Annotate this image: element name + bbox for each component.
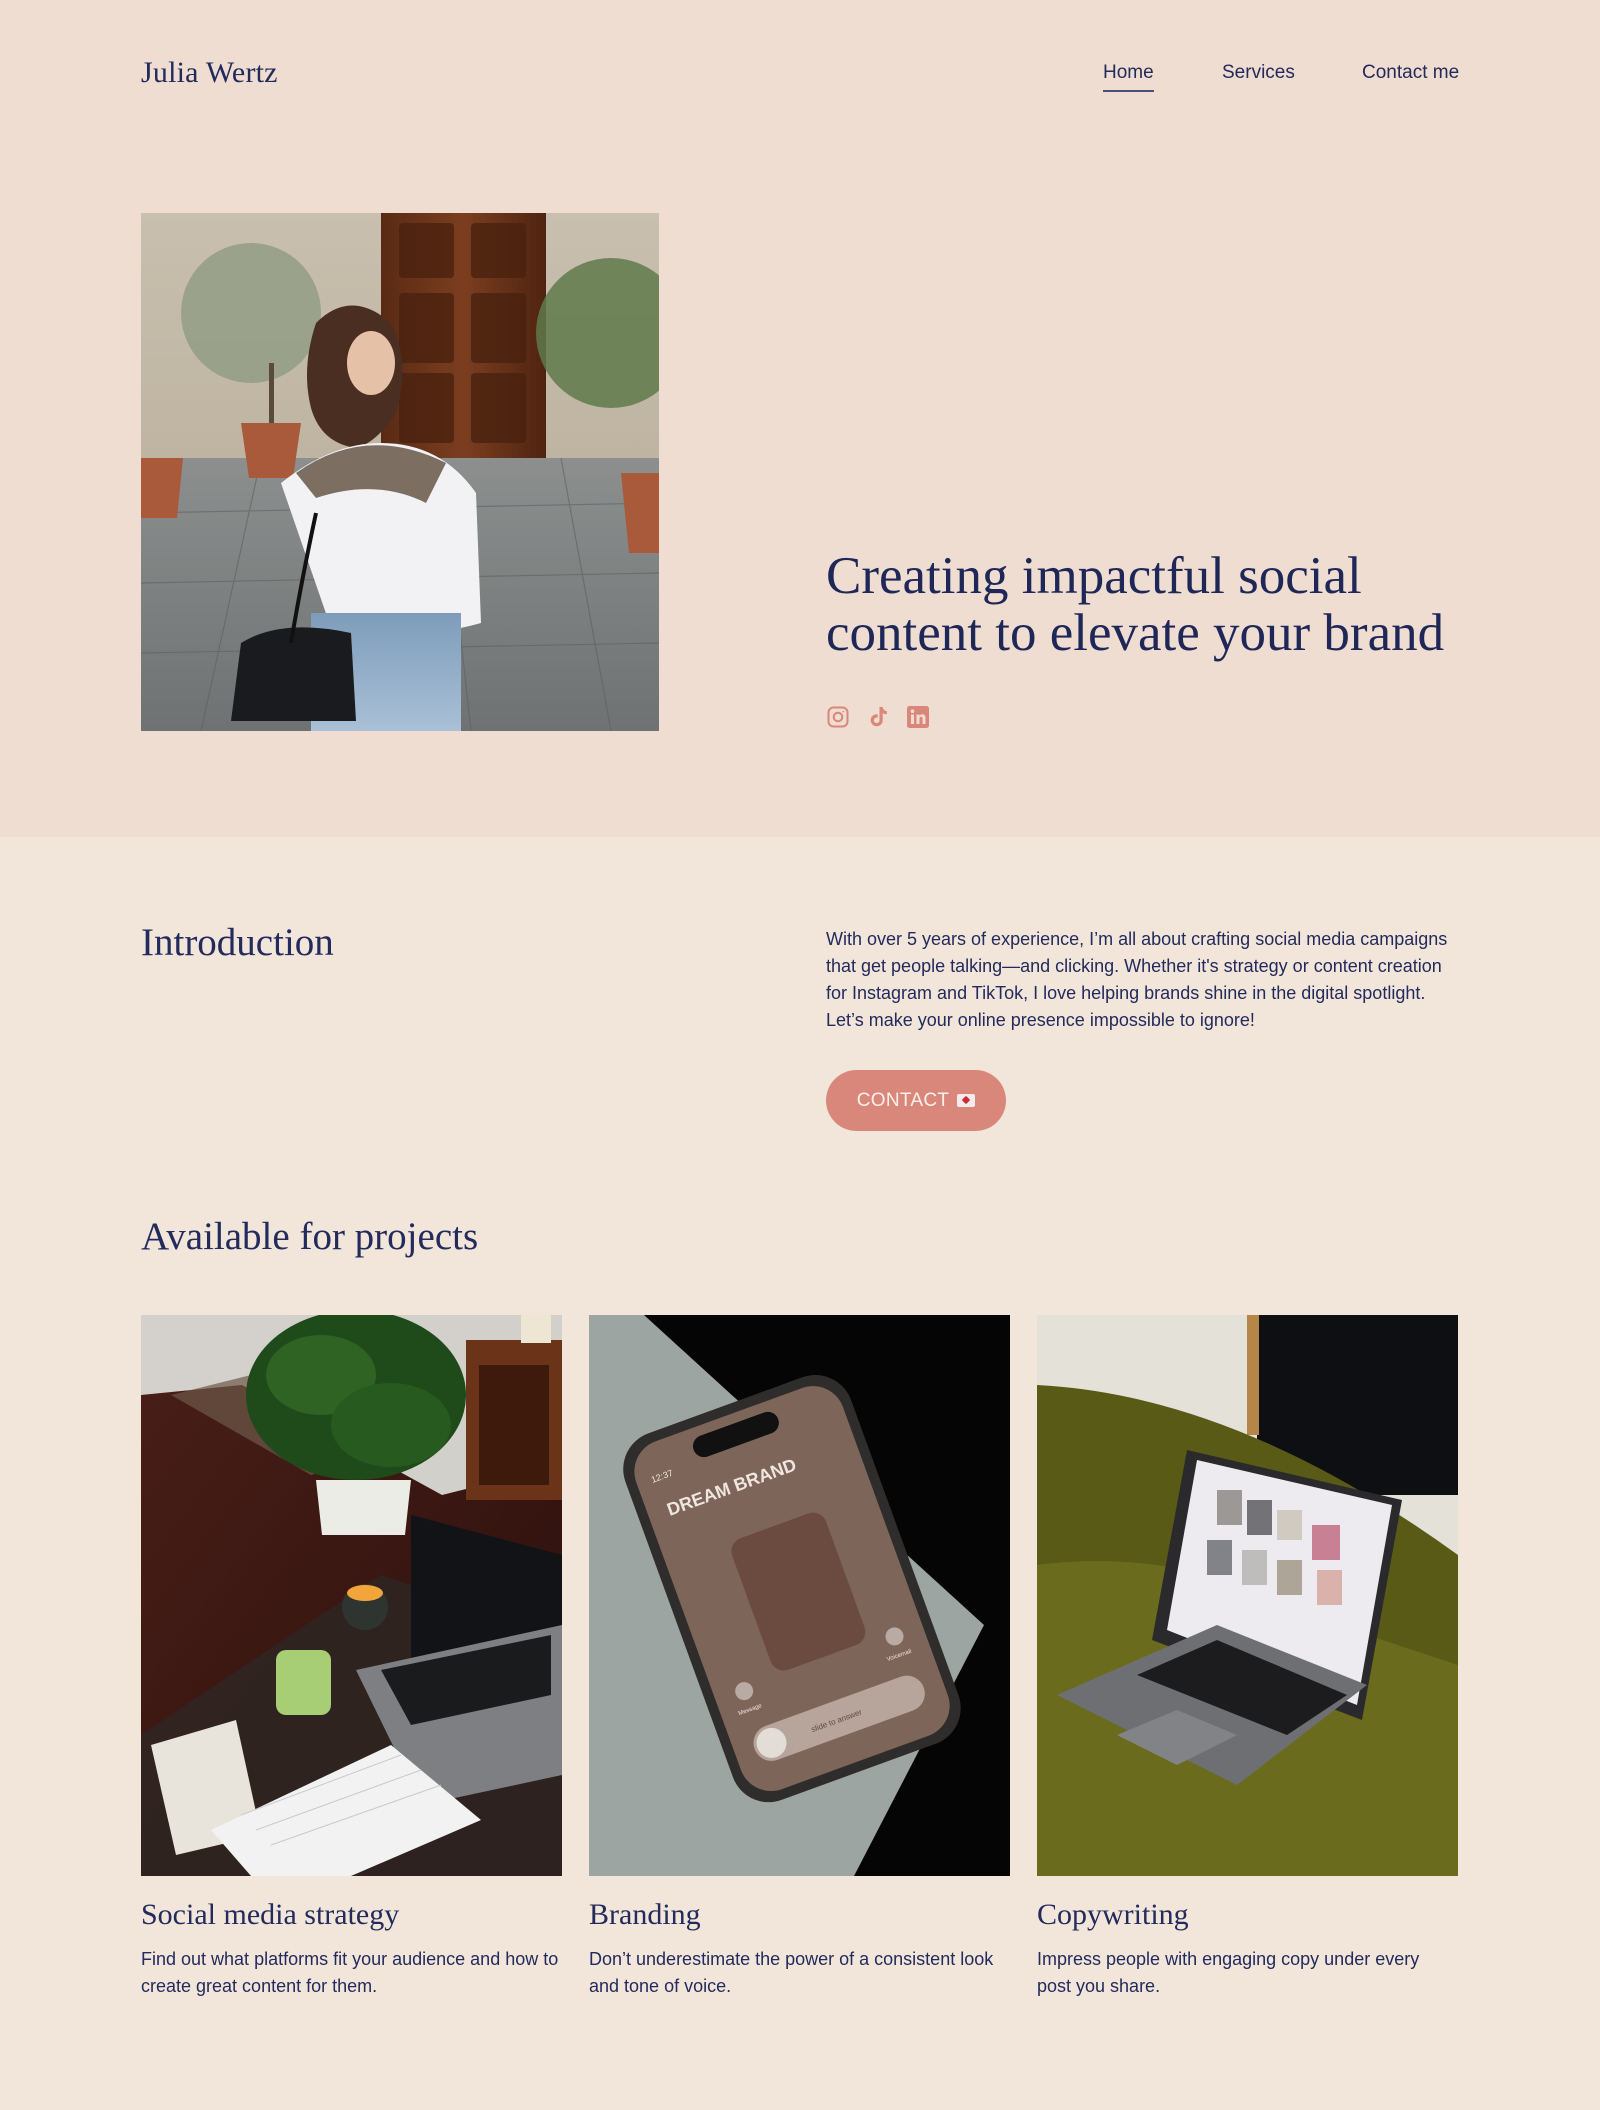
nav-home[interactable]: Home xyxy=(1103,62,1154,92)
service-description: Find out what platforms fit your audienc… xyxy=(141,1949,559,1996)
service-image-laptop xyxy=(1037,1315,1458,1876)
hero-section: Julia Wertz Home Services Contact me Cre… xyxy=(0,0,1600,837)
nav-contact-me[interactable]: Contact me xyxy=(1362,62,1459,90)
love-letter-icon xyxy=(957,1094,976,1107)
hero-photo xyxy=(141,213,659,731)
service-title: Social media strategy xyxy=(141,1898,400,1931)
service-image-phone: 12:37 DREAM BRAND Message Voicemail slid… xyxy=(589,1315,1010,1876)
intro-heading: Introduction xyxy=(141,921,334,964)
instagram-icon[interactable] xyxy=(826,705,850,729)
main-nav: Home Services Contact me xyxy=(0,62,1600,102)
linkedin-icon[interactable] xyxy=(906,705,930,729)
social-links xyxy=(826,705,930,729)
service-title: Branding xyxy=(589,1898,701,1931)
hero-headline: Creating impactful social content to ele… xyxy=(826,547,1445,662)
projects-heading: Available for projects xyxy=(141,1215,479,1258)
service-description: Impress people with engaging copy under … xyxy=(1037,1949,1420,1996)
service-title: Copywriting xyxy=(1037,1898,1189,1931)
service-image-desk xyxy=(141,1315,562,1876)
service-card: Copywriting Impress people with engaging… xyxy=(1037,1315,1458,2000)
service-card: 12:37 DREAM BRAND Message Voicemail slid… xyxy=(589,1315,1010,2000)
contact-button[interactable]: CONTACT xyxy=(826,1070,1006,1131)
service-description: Don’t underestimate the power of a consi… xyxy=(589,1949,994,1996)
intro-paragraph: With over 5 years of experience, I’m all… xyxy=(826,929,1448,1030)
nav-services[interactable]: Services xyxy=(1222,62,1295,90)
tiktok-icon[interactable] xyxy=(866,705,890,729)
contact-button-label: CONTACT xyxy=(856,1089,950,1111)
service-card: Social media strategy Find out what plat… xyxy=(141,1315,562,2000)
